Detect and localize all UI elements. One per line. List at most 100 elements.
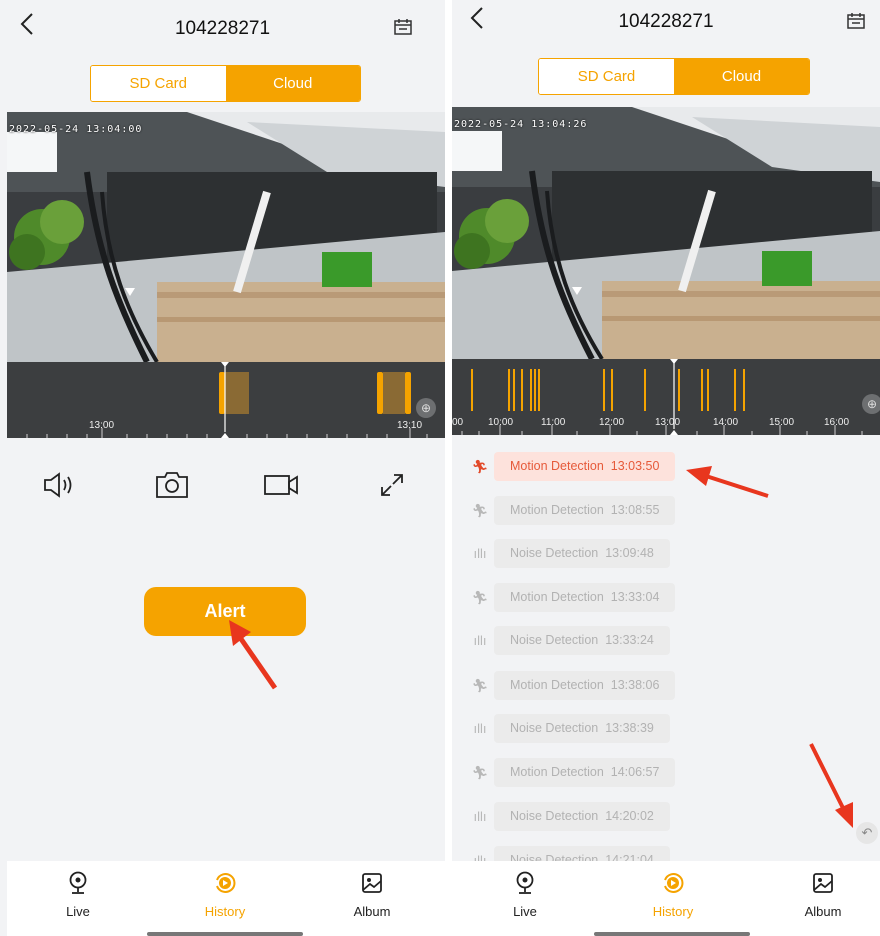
- motion-person-icon: 🏃︎: [471, 590, 489, 605]
- tab-album[interactable]: Album: [337, 871, 407, 919]
- history-play-icon: [664, 873, 684, 893]
- event-item[interactable]: ıllı Noise Detection 14:20:02: [452, 802, 880, 831]
- tab-history[interactable]: History: [638, 871, 708, 919]
- tab-live[interactable]: Live: [490, 871, 560, 919]
- speaker-icon[interactable]: [40, 465, 80, 505]
- zoom-icon[interactable]: ⊕: [416, 398, 436, 418]
- source-toggle: SD Card Cloud: [538, 58, 810, 95]
- timeline-label: 15:00: [769, 417, 795, 428]
- zoom-icon[interactable]: ⊕: [862, 394, 880, 414]
- timeline[interactable]: 13:00 13:10 ⊕: [7, 362, 445, 438]
- tab-label: Album: [804, 904, 842, 919]
- timeline[interactable]: 00 10:00 11:00 12:00 13:00 14:00 15:00 1…: [452, 359, 880, 435]
- event-time: 13:33:24: [605, 633, 654, 647]
- timeline-track: [26, 362, 428, 438]
- calendar-icon[interactable]: [393, 18, 413, 36]
- noise-wave-icon: ıllı: [473, 633, 487, 648]
- timeline-label: 13:10: [397, 420, 423, 431]
- event-pill: Noise Detection 13:09:48: [494, 539, 670, 568]
- event-pill: Motion Detection 13:08:55: [494, 496, 676, 525]
- album-image-icon: [813, 873, 833, 893]
- event-pill: Motion Detection 13:38:06: [494, 671, 676, 700]
- noise-wave-icon: ıllı: [473, 546, 487, 561]
- cloud-tab[interactable]: Cloud: [225, 66, 360, 101]
- noise-wave-icon: ıllı: [473, 809, 487, 824]
- source-toggle: SD Card Cloud: [90, 65, 361, 102]
- history-play-icon: [216, 873, 236, 893]
- camera-feed: [452, 107, 880, 359]
- video-player[interactable]: 2022-05-24 13:04:00: [7, 112, 445, 362]
- motion-person-icon: 🏃︎: [471, 678, 489, 693]
- tab-history[interactable]: History: [190, 871, 260, 919]
- event-label: Motion Detection: [510, 765, 604, 779]
- timeline-label: 11:00: [541, 417, 566, 428]
- event-pill: Noise Detection 13:33:24: [494, 626, 670, 655]
- video-timestamp: 2022-05-24 13:04:26: [454, 119, 588, 130]
- event-item[interactable]: 🏃︎ Motion Detection 13:08:55: [452, 496, 880, 525]
- timeline-label: 16:00: [824, 417, 850, 428]
- undo-icon[interactable]: ↶: [856, 822, 878, 844]
- event-time: 13:03:50: [610, 459, 660, 473]
- alert-button[interactable]: Alert: [144, 587, 306, 636]
- album-image-icon: [362, 873, 382, 893]
- home-indicator: [147, 932, 303, 936]
- tab-label: Live: [513, 904, 537, 919]
- event-time: 14:06:57: [610, 765, 660, 779]
- home-indicator: [594, 932, 750, 936]
- event-label: Motion Detection: [510, 503, 604, 517]
- event-item[interactable]: ıllı Noise Detection 13:09:48: [452, 539, 880, 568]
- event-item[interactable]: ıllı Noise Detection 13:38:39: [452, 714, 880, 743]
- playback-controls: [0, 465, 445, 505]
- video-record-icon[interactable]: [262, 465, 302, 505]
- tab-live[interactable]: Live: [43, 871, 113, 919]
- event-item[interactable]: 🏃︎ Motion Detection 13:03:50: [452, 452, 880, 481]
- tab-album[interactable]: Album: [788, 871, 858, 919]
- event-label: Noise Detection: [510, 546, 599, 560]
- event-pill: Noise Detection 14:20:02: [494, 802, 670, 831]
- event-item[interactable]: 🏃︎ Motion Detection 14:06:57: [452, 758, 880, 787]
- sd-card-tab[interactable]: SD Card: [539, 59, 674, 94]
- event-item[interactable]: 🏃︎ Motion Detection 13:38:06: [452, 671, 880, 700]
- calendar-icon[interactable]: [846, 12, 866, 30]
- tab-bar: Live History Album: [7, 861, 445, 936]
- left-screen: 104228271 SD Card Cloud 2022-05-24 13:04…: [0, 0, 445, 936]
- event-pill: Motion Detection 13:33:04: [494, 583, 676, 612]
- event-label: Motion Detection: [510, 590, 604, 604]
- event-label: Motion Detection: [510, 459, 604, 473]
- event-item[interactable]: 🏃︎ Motion Detection 13:33:04: [452, 583, 880, 612]
- motion-person-icon: 🏃︎: [471, 503, 489, 518]
- right-screen: 104228271 SD Card Cloud 2022-05-24 13:04…: [452, 0, 880, 936]
- event-pill: Noise Detection 13:38:39: [494, 714, 670, 743]
- fullscreen-icon[interactable]: [372, 465, 412, 505]
- motion-person-icon: 🏃︎: [471, 459, 489, 474]
- event-time: 14:20:02: [605, 809, 654, 823]
- video-player[interactable]: 2022-05-24 13:04:26: [452, 107, 880, 359]
- event-pill: Motion Detection 14:06:57: [494, 758, 676, 787]
- video-timestamp: 2022-05-24 13:04:00: [9, 124, 143, 135]
- motion-person-icon: 🏃︎: [471, 765, 489, 780]
- sd-card-tab[interactable]: SD Card: [91, 66, 226, 101]
- tab-label: Live: [66, 904, 90, 919]
- camera-feed: [7, 112, 445, 362]
- cloud-tab[interactable]: Cloud: [674, 59, 809, 94]
- timeline-label: 13:00: [89, 420, 115, 431]
- timeline-label: 10:00: [488, 417, 514, 428]
- timeline-label: 13:00: [655, 417, 681, 428]
- header: 104228271: [0, 0, 445, 58]
- event-time: 13:38:06: [610, 678, 660, 692]
- tab-label: History: [204, 904, 246, 919]
- event-label: Noise Detection: [510, 633, 599, 647]
- event-label: Noise Detection: [510, 721, 599, 735]
- event-time: 13:08:55: [610, 503, 660, 517]
- event-time: 13:33:04: [610, 590, 660, 604]
- camera-icon[interactable]: [152, 465, 192, 505]
- timeline-label: 14:00: [713, 417, 739, 428]
- page-title: 104228271: [618, 11, 714, 32]
- header: 104228271: [452, 0, 880, 58]
- live-camera-icon: [516, 871, 534, 894]
- tab-bar: Live History Album: [452, 861, 880, 936]
- event-time: 13:09:48: [605, 546, 654, 560]
- tab-label: History: [652, 904, 694, 919]
- timeline-label: 12:00: [599, 417, 625, 428]
- event-item[interactable]: ıllı Noise Detection 13:33:24: [452, 626, 880, 655]
